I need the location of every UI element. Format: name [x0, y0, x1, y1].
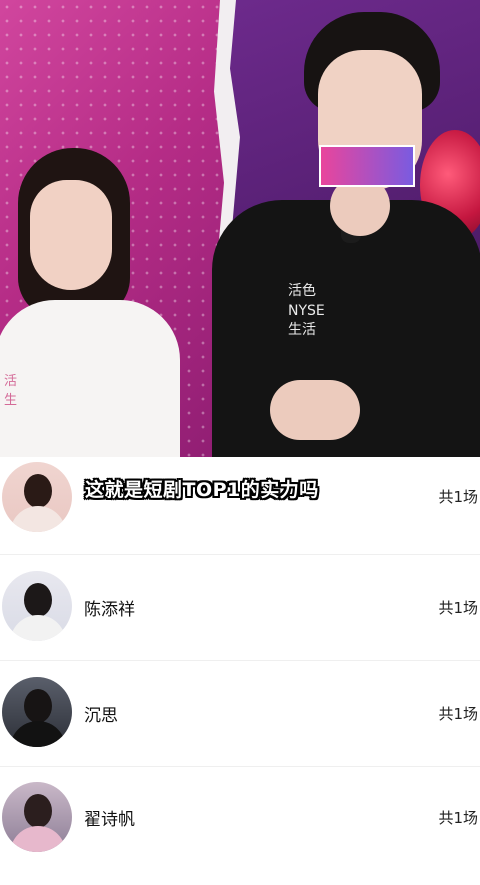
man-avatar-icon [2, 677, 72, 747]
performer-name: 沉思 [84, 706, 118, 726]
man-shirt-logo: 活色 NYSE 生活 [288, 283, 325, 339]
woman-avatar-icon [2, 782, 72, 852]
video-frame[interactable]: 活 生 活色 NYSE 生活 [0, 0, 480, 457]
woman-face [30, 180, 112, 290]
list-item[interactable]: 陈添祥 共1场 [0, 567, 480, 673]
list-item[interactable]: 沉思 共1场 [0, 673, 480, 779]
performer-name: 翟诗帆 [84, 810, 135, 830]
woman-avatar-icon [2, 462, 72, 532]
video-subtitle: 这就是短剧TOP1的实力吗 [85, 479, 319, 501]
woman-shirt-logo: 活 生 [4, 374, 18, 408]
session-count: 共1场 [438, 809, 478, 827]
list-item[interactable]: 共1场 [0, 457, 480, 563]
man-hand-gesture [270, 380, 360, 440]
man-avatar-icon [2, 571, 72, 641]
session-count: 共1场 [438, 705, 478, 723]
divider [0, 660, 480, 661]
session-count: 共1场 [438, 599, 478, 617]
divider [0, 554, 480, 555]
woman-figure [0, 300, 180, 457]
mic-card-decoration [319, 145, 415, 187]
session-count: 共1场 [438, 488, 478, 506]
performer-list: 共1场 陈添祥 共1场 沉思 共1场 翟诗帆 共1场 [0, 457, 480, 853]
divider [0, 766, 480, 767]
list-item[interactable]: 翟诗帆 共1场 [0, 779, 480, 885]
performer-name: 陈添祥 [84, 600, 135, 620]
